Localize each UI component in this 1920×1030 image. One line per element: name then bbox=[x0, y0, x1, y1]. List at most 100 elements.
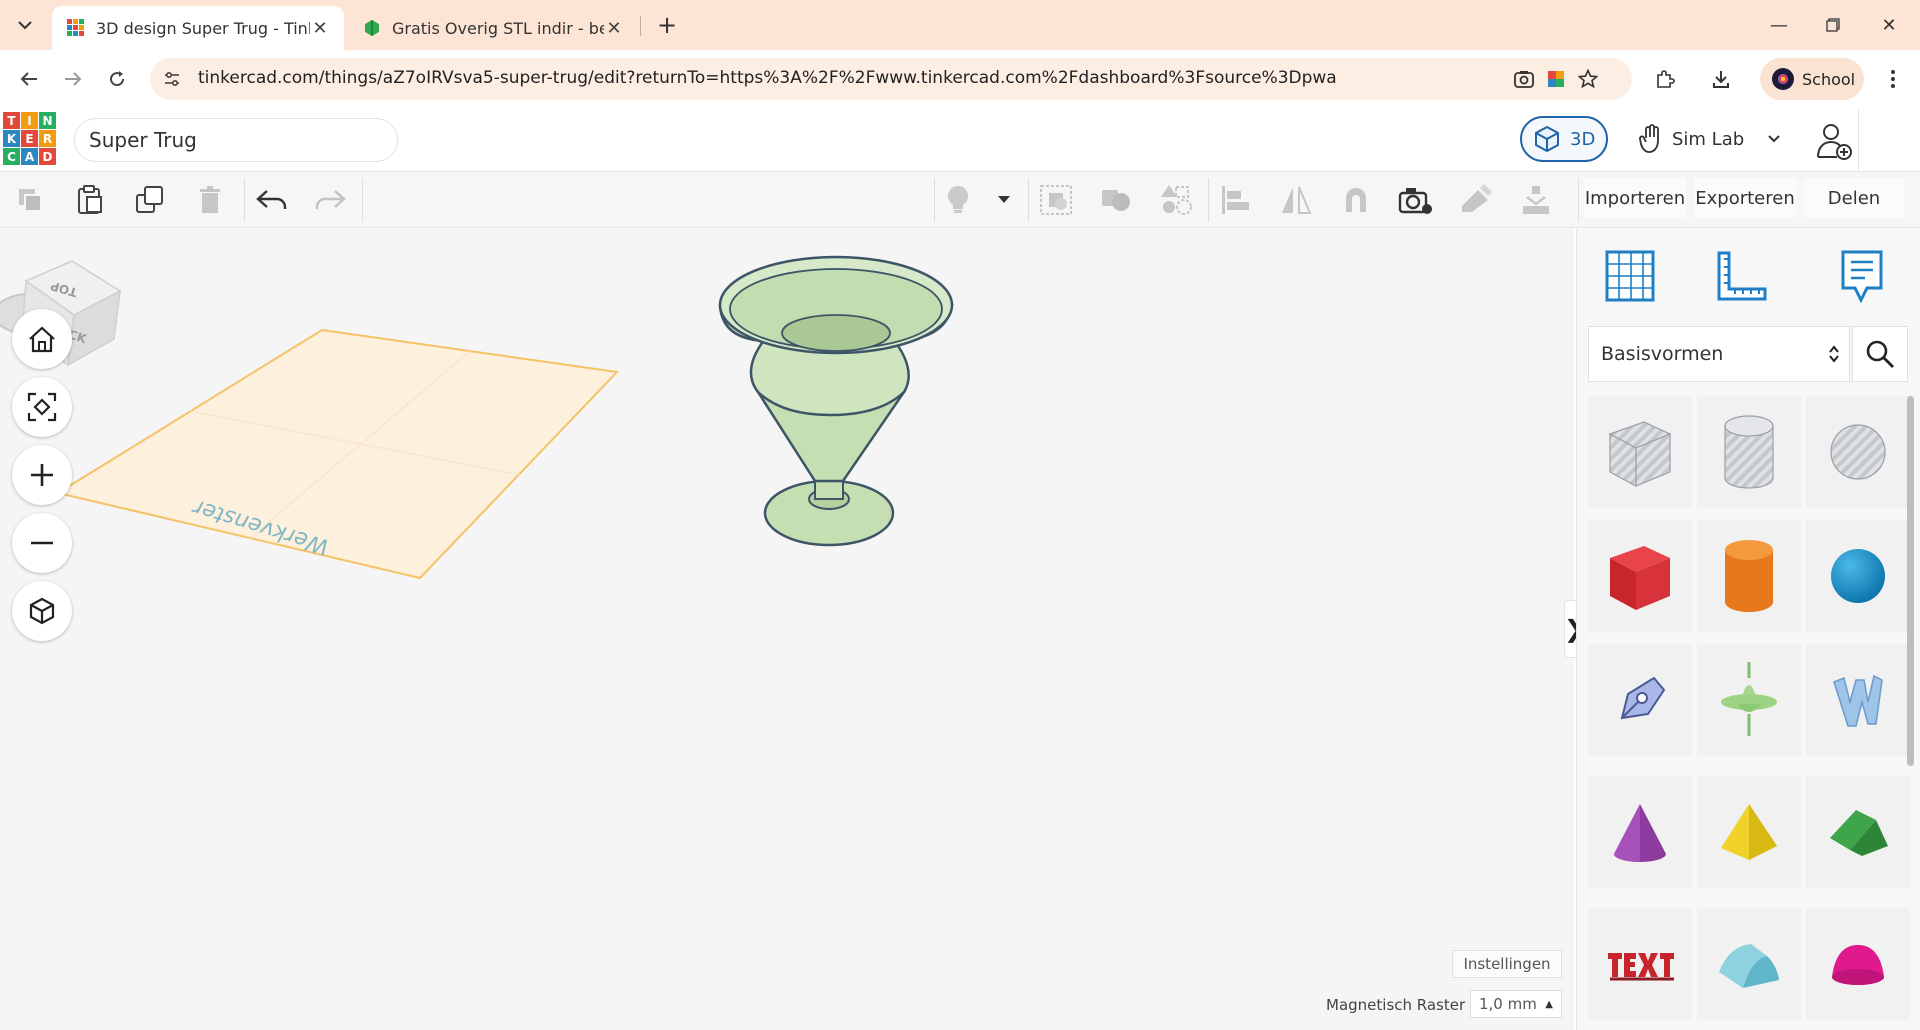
import-button[interactable]: Importeren bbox=[1584, 178, 1686, 218]
delete-button[interactable] bbox=[188, 178, 232, 222]
address-bar[interactable]: tinkercad.com/things/aZ7oIRVsva5-super-t… bbox=[150, 58, 1632, 100]
redo-icon bbox=[315, 190, 346, 209]
chevron-down-icon[interactable] bbox=[1768, 131, 1780, 147]
zoom-out-button[interactable] bbox=[12, 513, 72, 573]
sort-arrows-icon bbox=[1829, 345, 1839, 363]
export-button[interactable]: Exporteren bbox=[1694, 178, 1796, 218]
forward-button[interactable] bbox=[56, 62, 90, 96]
header-divider bbox=[1858, 110, 1859, 170]
shape-text[interactable] bbox=[1588, 908, 1692, 1020]
mode-3d-button[interactable]: 3D bbox=[1520, 116, 1608, 162]
fit-view-button[interactable] bbox=[12, 377, 72, 437]
shape-search-button[interactable] bbox=[1852, 326, 1908, 382]
minus-icon bbox=[31, 541, 53, 545]
close-window-button[interactable]: ✕ bbox=[1866, 8, 1912, 42]
back-button[interactable] bbox=[12, 62, 46, 96]
restore-icon bbox=[1826, 18, 1840, 32]
toolbar-divider bbox=[1208, 178, 1209, 222]
workplane-tool-button[interactable] bbox=[1600, 246, 1660, 306]
site-settings-icon[interactable] bbox=[160, 67, 184, 91]
close-icon[interactable]: ✕ bbox=[604, 18, 624, 39]
mirror-icon bbox=[1282, 186, 1312, 214]
shape-sphere-hole[interactable] bbox=[1806, 396, 1910, 508]
tab-title: 3D design Super Trug - Tinkercad bbox=[96, 18, 310, 38]
light-bulb-button[interactable] bbox=[936, 178, 980, 222]
undo-button[interactable] bbox=[250, 178, 294, 222]
shape-cylinder[interactable] bbox=[1697, 520, 1801, 632]
panel-scrollbar[interactable] bbox=[1907, 396, 1914, 766]
sphere-icon bbox=[1831, 549, 1885, 603]
extension-colorful-icon[interactable] bbox=[1544, 67, 1568, 91]
shape-half-round-roof[interactable] bbox=[1697, 908, 1801, 1020]
shape-library-select[interactable]: Basisvormen bbox=[1588, 326, 1850, 382]
google-lens-icon[interactable] bbox=[1512, 67, 1536, 91]
camera-button[interactable] bbox=[1394, 178, 1438, 222]
logo-letter: K bbox=[3, 130, 20, 147]
align-button[interactable] bbox=[1214, 178, 1258, 222]
shape-sphere[interactable] bbox=[1806, 520, 1910, 632]
copy-button[interactable] bbox=[8, 178, 52, 222]
note-button[interactable] bbox=[1454, 178, 1498, 222]
tinkercad-logo[interactable]: T I N K E R C A D bbox=[3, 112, 57, 166]
text-3d-icon bbox=[1608, 953, 1674, 981]
3d-viewport[interactable]: Werkvenster TOP BACK bbox=[0, 229, 1574, 1030]
magnet-icon bbox=[1346, 188, 1366, 212]
shape-cone[interactable] bbox=[1588, 776, 1692, 888]
home-view-button[interactable] bbox=[12, 309, 72, 369]
duplicate-button[interactable] bbox=[128, 178, 172, 222]
cylinder-hole-icon bbox=[1724, 415, 1774, 489]
share-button[interactable]: Delen bbox=[1804, 178, 1904, 218]
shape-scribble[interactable] bbox=[1588, 644, 1692, 756]
profile-button[interactable]: School bbox=[1760, 58, 1864, 100]
new-tab-button[interactable]: + bbox=[652, 10, 682, 40]
group-button[interactable] bbox=[1034, 178, 1078, 222]
shape-paraboloid[interactable] bbox=[1806, 908, 1910, 1020]
solid-hole-button[interactable] bbox=[1154, 178, 1198, 222]
notes-tool-button[interactable] bbox=[1832, 246, 1892, 306]
shape-pyramid[interactable] bbox=[1697, 776, 1801, 888]
cruise-button[interactable] bbox=[1334, 178, 1378, 222]
browser-tab-tinkercad[interactable]: 3D design Super Trug - Tinkercad ✕ bbox=[52, 6, 344, 50]
settings-button[interactable]: Instellingen bbox=[1452, 950, 1562, 978]
box-hole-icon bbox=[1608, 421, 1672, 488]
shape-library-value: Basisvormen bbox=[1601, 343, 1724, 365]
tab-title: Gratis Overig STL indir - bekers bbox=[392, 18, 604, 38]
minimize-button[interactable]: — bbox=[1756, 8, 1802, 42]
shape-cylinder-hole[interactable] bbox=[1697, 396, 1801, 508]
shape-text-letter[interactable] bbox=[1806, 644, 1910, 756]
mirror-button[interactable] bbox=[1274, 178, 1318, 222]
download-icon[interactable] bbox=[1706, 64, 1736, 94]
hand-icon bbox=[1639, 124, 1659, 153]
shape-spinning-top[interactable] bbox=[1697, 644, 1801, 756]
toolbar-divider bbox=[934, 178, 935, 222]
maximize-button[interactable] bbox=[1810, 8, 1856, 42]
design-name-field[interactable]: Super Trug bbox=[74, 118, 398, 162]
sim-lab-button[interactable]: Sim Lab bbox=[1628, 116, 1788, 162]
light-dropdown-button[interactable] bbox=[984, 178, 1024, 222]
ungroup-button[interactable] bbox=[1094, 178, 1138, 222]
close-icon[interactable]: ✕ bbox=[310, 18, 330, 39]
tab-divider bbox=[640, 16, 641, 36]
add-user-button[interactable] bbox=[1812, 118, 1856, 164]
redo-button[interactable] bbox=[308, 178, 352, 222]
ruler-tool-button[interactable] bbox=[1712, 246, 1772, 306]
snap-grid-label: Magnetisch Raster bbox=[1326, 996, 1466, 1014]
trophy-cup-model[interactable] bbox=[718, 255, 954, 547]
cylinder-icon bbox=[1725, 540, 1773, 612]
browser-menu-icon[interactable] bbox=[1878, 64, 1908, 94]
tab-search-button[interactable] bbox=[8, 10, 42, 40]
projection-toggle-button[interactable] bbox=[12, 581, 72, 641]
shape-box-hole[interactable] bbox=[1588, 396, 1692, 508]
paste-icon bbox=[78, 185, 102, 214]
shape-box[interactable] bbox=[1588, 520, 1692, 632]
reload-button[interactable] bbox=[100, 62, 134, 96]
paste-button[interactable] bbox=[68, 178, 112, 222]
lightbulb-icon bbox=[948, 186, 968, 213]
extensions-puzzle-icon[interactable] bbox=[1650, 64, 1680, 94]
star-icon[interactable] bbox=[1576, 67, 1600, 91]
drop-to-plane-button[interactable] bbox=[1514, 178, 1558, 222]
zoom-in-button[interactable] bbox=[12, 445, 72, 505]
snap-grid-select[interactable]: 1,0 mm ▲ bbox=[1470, 990, 1562, 1018]
shape-roof[interactable] bbox=[1806, 776, 1910, 888]
browser-tab-stl[interactable]: Gratis Overig STL indir - bekers ✕ bbox=[348, 6, 638, 50]
